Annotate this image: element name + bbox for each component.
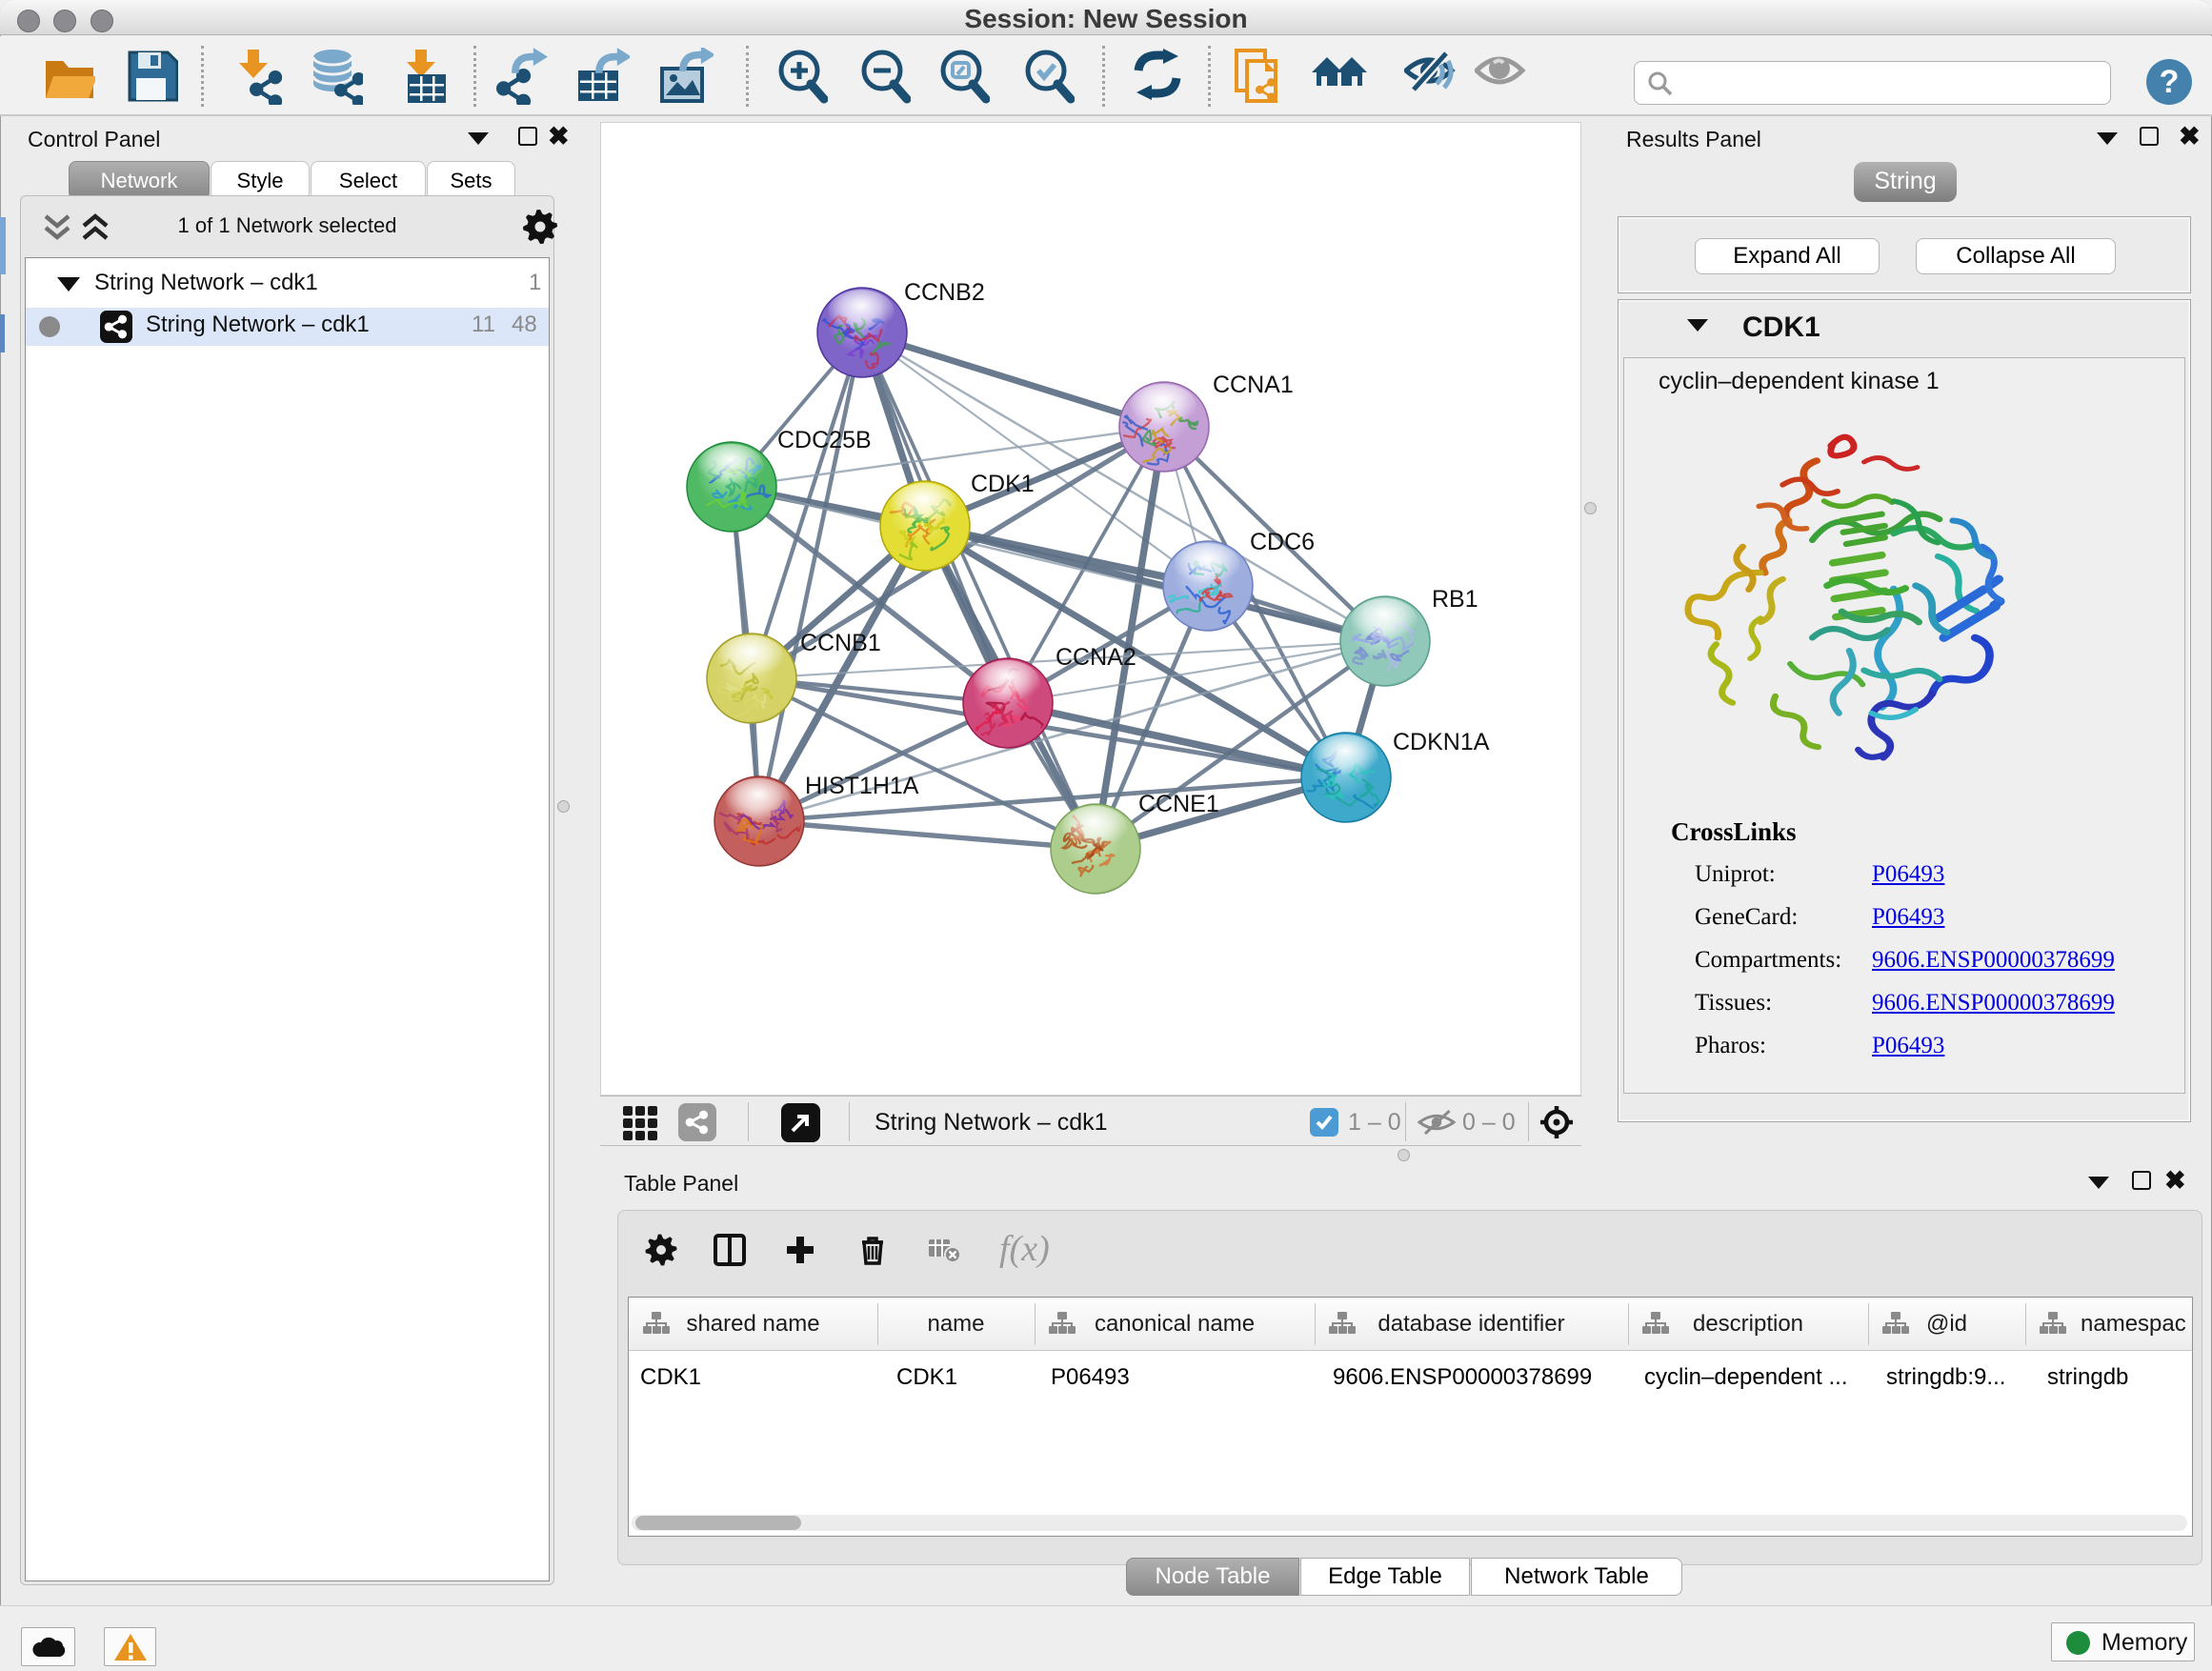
svg-text:CDKN1A: CDKN1A <box>1393 729 1490 755</box>
svg-text:CCNE1: CCNE1 <box>1138 791 1219 817</box>
svg-text:CCNB1: CCNB1 <box>800 630 881 656</box>
svg-text:HIST1H1A: HIST1H1A <box>805 773 919 799</box>
svg-text:CDK1: CDK1 <box>971 471 1035 497</box>
svg-text:CDC25B: CDC25B <box>777 427 872 453</box>
svg-text:CDC6: CDC6 <box>1250 529 1315 555</box>
svg-text:CCNA2: CCNA2 <box>1056 644 1136 671</box>
svg-text:CCNA1: CCNA1 <box>1213 372 1294 398</box>
svg-text:RB1: RB1 <box>1432 586 1478 613</box>
svg-text:CCNB2: CCNB2 <box>904 279 985 306</box>
